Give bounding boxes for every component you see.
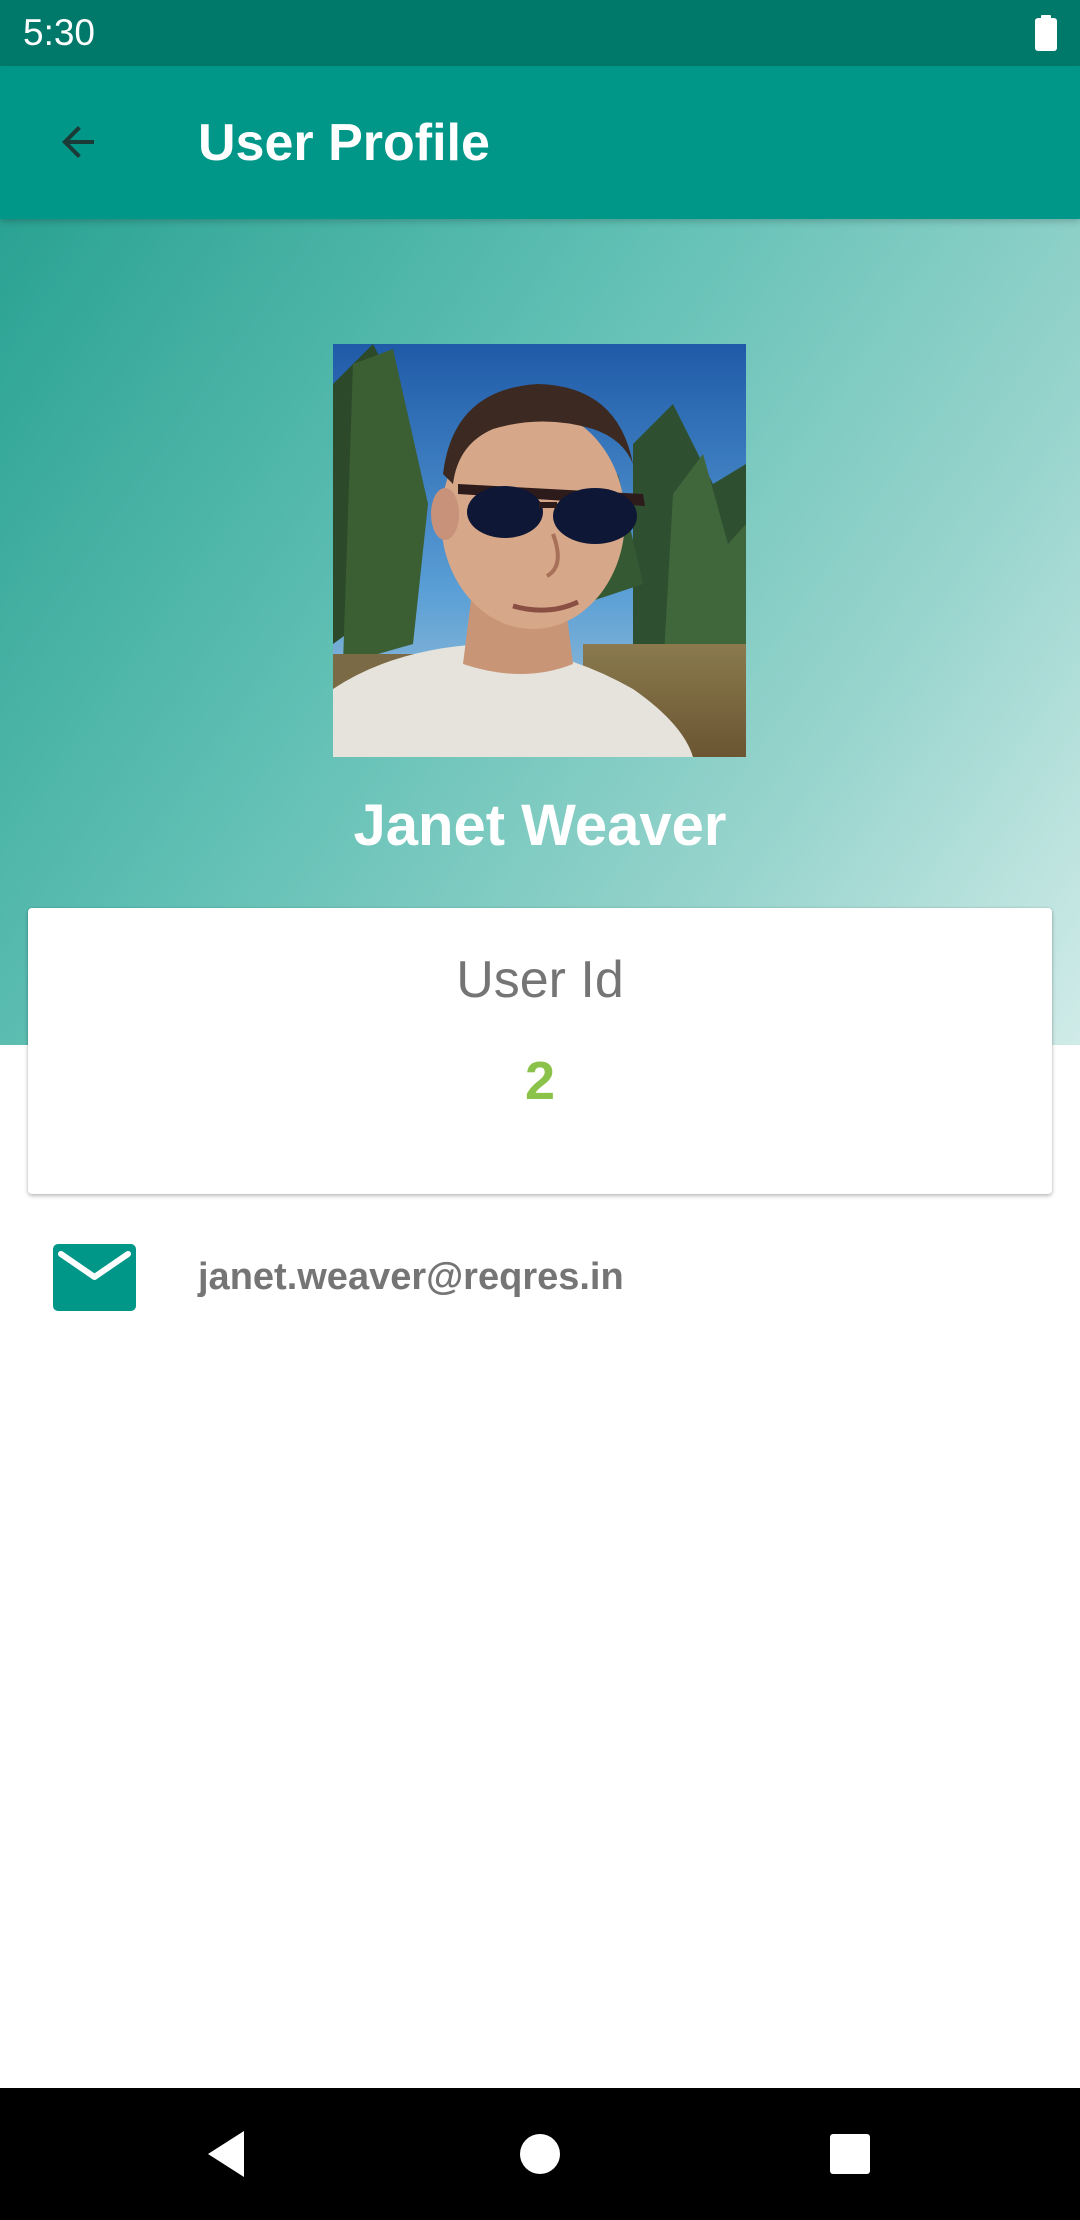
nav-back-button[interactable]: [188, 2116, 264, 2192]
user-id-card: User Id 2: [28, 908, 1052, 1194]
nav-recents-button[interactable]: [812, 2116, 888, 2192]
back-button[interactable]: [28, 97, 128, 187]
battery-full-icon: [1035, 15, 1057, 51]
nav-home-button[interactable]: [502, 2116, 578, 2192]
nav-back-icon: [208, 2131, 244, 2177]
user-id-value: 2: [524, 1051, 556, 1111]
user-id-label: User Id: [456, 951, 624, 1009]
email-icon: [53, 1244, 136, 1311]
page-title: User Profile: [198, 114, 490, 172]
arrow-back-icon: [62, 126, 94, 158]
profile-avatar: [333, 344, 746, 757]
nav-home-icon: [520, 2134, 560, 2174]
user-name: Janet Weaver: [353, 793, 727, 858]
nav-recents-icon: [830, 2134, 870, 2174]
navigation-bar: [0, 2088, 1080, 2220]
app-bar: User Profile: [0, 66, 1080, 219]
email-text: janet.weaver@reqres.in: [198, 1256, 624, 1298]
status-bar: 5:30: [0, 0, 1080, 66]
email-row[interactable]: janet.weaver@reqres.in: [0, 1230, 1080, 1330]
status-time: 5:30: [23, 12, 96, 53]
